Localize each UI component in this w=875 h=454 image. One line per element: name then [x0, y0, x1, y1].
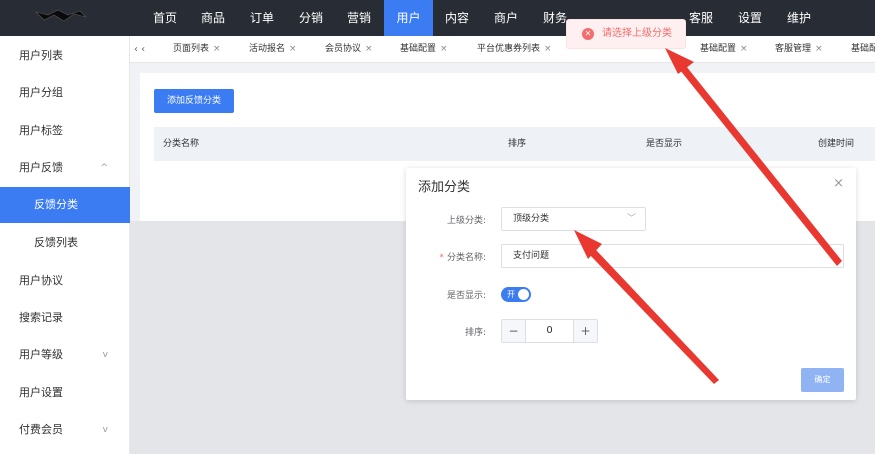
confirm-button[interactable]: 确定 — [801, 368, 844, 392]
sidebar-item-search-records[interactable]: 搜索记录 — [0, 300, 130, 336]
tab-service-management[interactable]: 客服管理 × — [775, 36, 823, 62]
logo-icon — [35, 9, 87, 22]
category-name-value: 支付问题 — [513, 251, 550, 261]
close-icon[interactable]: × — [740, 44, 748, 54]
parent-category-select[interactable]: 顶级分类 ﹀ — [501, 207, 646, 231]
table-header: 分类名称 排序 是否显示 创建时间 — [154, 127, 875, 161]
column-header-name: 分类名称 — [163, 139, 200, 149]
nav-item-content[interactable]: 内容 — [437, 0, 477, 36]
toggle-knob — [518, 289, 529, 300]
category-name-label: * 分类名称: — [439, 253, 486, 263]
chevron-down-icon: v — [102, 425, 108, 435]
parent-category-value: 顶级分类 — [513, 214, 550, 224]
sidebar-item-user-groups[interactable]: 用户分组 — [0, 75, 130, 111]
nav-item-orders[interactable]: 订单 — [242, 0, 282, 36]
close-icon[interactable]: × — [289, 44, 297, 54]
category-name-input[interactable]: 支付问题 — [501, 244, 844, 268]
sidebar-item-user-settings[interactable]: 用户设置 — [0, 375, 130, 411]
sidebar: 用户列表 用户分组 用户标签 用户反馈 ^ 反馈分类 反馈列表 用户协议 搜索记录… — [0, 36, 130, 454]
nav-item-maintenance[interactable]: 维护 — [779, 0, 819, 36]
tab-member-agreement[interactable]: 会员协议 × — [325, 36, 373, 62]
error-icon: ✕ — [582, 28, 594, 40]
nav-item-settings[interactable]: 设置 — [730, 0, 770, 36]
tab-activity-signup[interactable]: 活动报名 × — [249, 36, 297, 62]
tab-page-list[interactable]: 页面列表 × — [173, 36, 221, 62]
column-header-visible: 是否显示 — [646, 139, 683, 149]
close-icon[interactable]: × — [213, 44, 221, 54]
parent-category-label: 上级分类: — [446, 216, 486, 226]
sort-label: 排序: — [464, 328, 486, 338]
nav-item-home[interactable]: 首页 — [145, 0, 185, 36]
nav-item-service[interactable]: 客服 — [681, 0, 721, 36]
dialog-title: 添加分类 — [418, 180, 471, 195]
toggle-on-text: 开 — [507, 290, 515, 299]
chevron-down-icon: v — [102, 350, 108, 360]
sort-input[interactable]: 0 — [526, 320, 573, 342]
sidebar-item-user-agreement[interactable]: 用户协议 — [0, 263, 130, 299]
add-feedback-category-button[interactable]: 添加反馈分类 — [154, 89, 234, 113]
tab-scroll-left-icon[interactable]: ‹ ‹ — [134, 36, 145, 62]
sidebar-item-user-list[interactable]: 用户列表 — [0, 38, 130, 74]
nav-item-users[interactable]: 用户 — [384, 0, 433, 36]
tab-basic-config-2[interactable]: 基础配置 × — [700, 36, 748, 62]
nav-item-merchants[interactable]: 商户 — [486, 0, 526, 36]
close-icon[interactable]: × — [365, 44, 373, 54]
required-mark: * — [439, 253, 444, 263]
error-toast: ✕ 请选择上级分类 — [566, 19, 686, 49]
close-icon[interactable]: × — [815, 44, 823, 54]
nav-item-distribution[interactable]: 分销 — [291, 0, 331, 36]
sidebar-item-user-tags[interactable]: 用户标签 — [0, 113, 130, 149]
plus-button[interactable]: + — [573, 320, 597, 342]
top-navbar: 首页 商品 订单 分销 营销 用户 内容 商户 财务 客服 设置 维护 — [0, 0, 875, 36]
close-icon[interactable]: × — [440, 44, 448, 54]
chevron-down-icon: ﹀ — [626, 214, 636, 224]
tab-basic-config-1[interactable]: 基础配置 × — [400, 36, 448, 62]
column-header-sort: 排序 — [508, 139, 527, 149]
visible-label: 是否显示: — [446, 291, 486, 301]
tab-bar: ‹ ‹ 页面列表 × 活动报名 × 会员协议 × 基础配置 × 平台优惠券列表 × 基础配… — [130, 36, 875, 63]
chevron-up-icon: ^ — [100, 163, 108, 173]
add-category-dialog: 添加分类 × 上级分类: 顶级分类 ﹀ * 分类名称: 支付问题 是否显示: 开 … — [406, 168, 856, 400]
sidebar-item-paid-membership[interactable]: 付费会员 v — [0, 412, 130, 448]
sidebar-item-feedback-list[interactable]: 反馈列表 — [0, 225, 130, 261]
tab-basic-config-3[interactable]: 基础配置 — [851, 36, 875, 62]
minus-button[interactable]: − — [502, 320, 526, 342]
sidebar-item-user-feedback[interactable]: 用户反馈 ^ — [0, 150, 130, 186]
visible-toggle[interactable]: 开 — [501, 287, 531, 302]
sort-stepper: − 0 + — [501, 319, 598, 343]
column-header-created: 创建时间 — [818, 139, 855, 149]
tab-coupon-list[interactable]: 平台优惠券列表 × — [477, 36, 552, 62]
toast-message: 请选择上级分类 — [602, 28, 672, 39]
sidebar-item-feedback-category[interactable]: 反馈分类 — [0, 187, 130, 223]
close-icon[interactable]: × — [544, 44, 552, 54]
nav-item-marketing[interactable]: 营销 — [339, 0, 379, 36]
close-icon[interactable]: × — [833, 176, 844, 191]
nav-item-goods[interactable]: 商品 — [193, 0, 233, 36]
sidebar-item-user-levels[interactable]: 用户等级 v — [0, 337, 130, 373]
